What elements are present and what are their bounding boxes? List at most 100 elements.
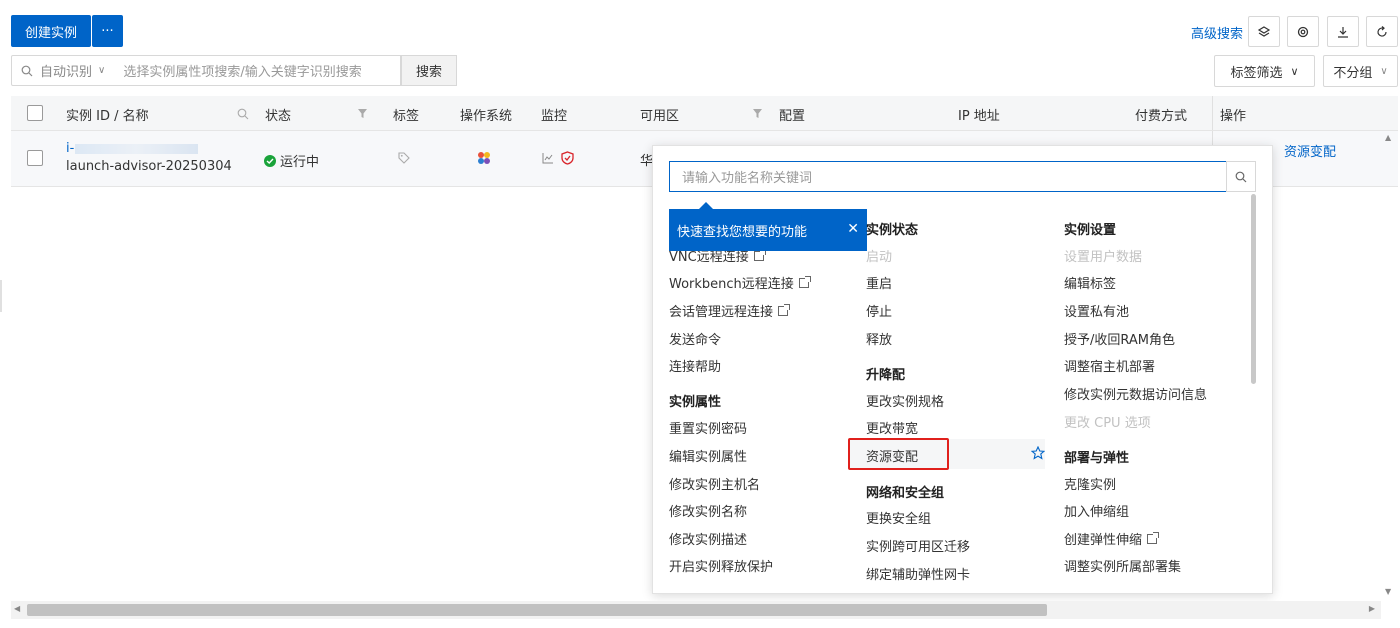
left-edge-handle[interactable]	[0, 280, 2, 312]
menu-workbench[interactable]: Workbench远程连接	[669, 273, 811, 292]
menu-reset-password[interactable]: 重置实例密码	[669, 418, 747, 437]
search-icon	[1235, 171, 1247, 182]
external-link-icon	[753, 248, 766, 261]
highlight-box	[848, 438, 949, 470]
menu-connect-help[interactable]: 连接帮助	[669, 356, 721, 375]
horizontal-scrollbar[interactable]: ◀ ▶	[11, 601, 1381, 619]
chart-icon[interactable]	[542, 152, 554, 164]
chevron-down-icon: ∨	[98, 65, 106, 76]
search-button[interactable]: 搜索	[401, 55, 457, 86]
search-icon[interactable]	[237, 108, 249, 120]
menu-ram-role[interactable]: 授予/收回RAM角色	[1064, 329, 1175, 348]
menu-edit-hostname[interactable]: 修改实例主机名	[669, 474, 760, 493]
group-dropdown[interactable]: 不分组 ∨	[1323, 55, 1398, 87]
scroll-up-arrow[interactable]: ▲	[1385, 133, 1391, 142]
col-tags: 标签	[393, 109, 420, 124]
search-input[interactable]: 选择实例属性项搜索/输入关键字识别搜索	[123, 61, 361, 80]
download-icon	[1338, 26, 1348, 38]
menu-auto-scaling-label: 创建弹性伸缩	[1064, 533, 1143, 548]
col-os: 操作系统	[460, 109, 513, 124]
shield-icon[interactable]	[561, 151, 574, 165]
star-icon[interactable]	[1031, 446, 1045, 460]
menu-start[interactable]: 启动	[866, 246, 892, 265]
menu-set-user-data[interactable]: 设置用户数据	[1064, 246, 1142, 265]
section-instance-state: 实例状态	[866, 223, 919, 238]
status-badge: 运行中	[264, 151, 319, 170]
advanced-search-link[interactable]: 高级搜索	[1191, 23, 1243, 42]
refresh-button[interactable]	[1366, 16, 1398, 47]
menu-private-pool[interactable]: 设置私有池	[1064, 301, 1129, 320]
more-actions-button[interactable]: ···	[92, 15, 123, 47]
create-instance-button[interactable]: 创建实例	[11, 15, 91, 47]
menu-clone-instance[interactable]: 克隆实例	[1064, 474, 1116, 493]
menu-join-scaling-group[interactable]: 加入伸缩组	[1064, 501, 1129, 520]
section-instance-attributes: 实例属性	[669, 395, 722, 410]
close-icon[interactable]: ✕	[847, 221, 859, 237]
menu-create-auto-scaling[interactable]: 创建弹性伸缩	[1064, 529, 1160, 548]
menu-host-deployment[interactable]: 调整宿主机部署	[1064, 356, 1155, 375]
download-button[interactable]	[1327, 16, 1359, 47]
menu-deployment-set[interactable]: 调整实例所属部署集	[1064, 556, 1181, 575]
section-upgrade-downgrade: 升降配	[866, 368, 906, 383]
status-text: 运行中	[280, 155, 320, 170]
table-header: 实例 ID / 名称 状态 标签 操作系统 监控 可用区 配置 IP 地址 付费…	[11, 96, 1398, 131]
col-ip: IP 地址	[958, 109, 1000, 124]
scroll-down-arrow[interactable]: ▼	[1385, 587, 1391, 596]
layers-button[interactable]	[1248, 16, 1280, 47]
section-instance-settings: 实例设置	[1064, 223, 1117, 238]
menu-metadata-access[interactable]: 修改实例元数据访问信息	[1064, 384, 1207, 403]
menu-change-bandwidth[interactable]: 更改带宽	[866, 418, 918, 437]
search-mode-select[interactable]: 自动识别	[40, 61, 92, 80]
tooltip-text: 快速查找您想要的功能	[677, 224, 808, 240]
row-checkbox[interactable]	[27, 150, 43, 166]
chevron-down-icon: ∨	[1290, 64, 1299, 78]
feature-search-button[interactable]	[1226, 161, 1256, 192]
menu-edit-name[interactable]: 修改实例名称	[669, 501, 747, 520]
menu-cross-zone-migration[interactable]: 实例跨可用区迁移	[866, 536, 970, 555]
menu-release[interactable]: 释放	[866, 329, 892, 348]
layers-icon	[1257, 25, 1271, 37]
menu-cpu-options[interactable]: 更改 CPU 选项	[1064, 412, 1151, 431]
scroll-right-arrow[interactable]: ▶	[1369, 604, 1375, 613]
filter-icon[interactable]	[752, 108, 763, 119]
menu-bind-eni[interactable]: 绑定辅助弹性网卡	[866, 564, 970, 583]
col-zone: 可用区	[640, 109, 680, 124]
external-link-icon	[1147, 531, 1160, 544]
tag-filter-dropdown[interactable]: 标签筛选 ∨	[1214, 55, 1315, 87]
filter-icon[interactable]	[357, 108, 368, 119]
horizontal-scroll-thumb[interactable]	[27, 604, 1047, 616]
scroll-left-arrow[interactable]: ◀	[14, 604, 20, 613]
select-all-checkbox[interactable]	[27, 105, 43, 121]
chevron-down-icon: ∨	[1380, 65, 1388, 77]
tag-icon[interactable]	[398, 152, 410, 164]
popup-scrollbar[interactable]	[1251, 194, 1256, 384]
os-logo-icon	[478, 152, 490, 164]
external-link-icon	[778, 303, 791, 316]
settings-button[interactable]	[1287, 16, 1319, 47]
col-config: 配置	[779, 109, 806, 124]
instance-search-bar[interactable]: 自动识别 ∨ 选择实例属性项搜索/输入关键字识别搜索	[11, 55, 401, 86]
menu-send-command[interactable]: 发送命令	[669, 329, 721, 348]
group-label: 不分组	[1333, 65, 1373, 81]
col-instance-id: 实例 ID / 名称	[66, 109, 149, 124]
menu-restart[interactable]: 重启	[866, 273, 892, 292]
resource-change-link[interactable]: 资源变配	[1284, 141, 1336, 160]
section-network-security: 网络和安全组	[866, 486, 945, 501]
instance-id-link[interactable]: i-	[66, 141, 74, 156]
check-circle-icon	[264, 154, 276, 167]
menu-edit-description[interactable]: 修改实例描述	[669, 529, 747, 548]
col-billing: 付费方式	[1135, 109, 1188, 124]
instance-name: launch-advisor-20250304	[66, 159, 232, 174]
menu-change-security-group[interactable]: 更换安全组	[866, 508, 931, 527]
menu-change-spec[interactable]: 更改实例规格	[866, 391, 944, 410]
menu-edit-tags[interactable]: 编辑标签	[1064, 273, 1116, 292]
tag-filter-label: 标签筛选	[1230, 65, 1283, 81]
menu-stop[interactable]: 停止	[866, 301, 892, 320]
col-status: 状态	[265, 109, 292, 124]
menu-release-protection[interactable]: 开启实例释放保护	[669, 556, 773, 575]
feature-search-tooltip: 快速查找您想要的功能 ✕	[669, 202, 867, 251]
menu-edit-attributes[interactable]: 编辑实例属性	[669, 446, 747, 465]
more-actions-popup: 请输入功能名称关键词 VNC远程连接 Workbench远程连接 会话管理远程连…	[652, 145, 1273, 594]
menu-session-manager[interactable]: 会话管理远程连接	[669, 301, 791, 320]
feature-search-input[interactable]: 请输入功能名称关键词	[669, 161, 1227, 192]
